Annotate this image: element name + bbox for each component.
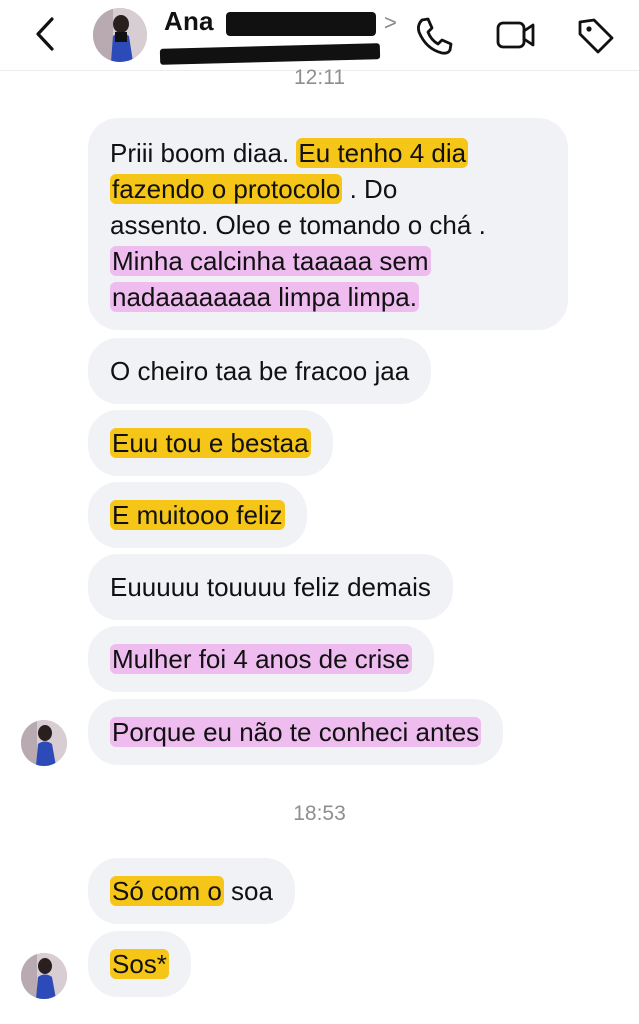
message-bubble[interactable]: Priii boom diaa. Eu tenho 4 dia fazendo … — [88, 118, 568, 330]
phone-icon[interactable] — [412, 14, 456, 56]
message-bubble[interactable]: Porque eu não te conheci antes — [88, 699, 504, 765]
message-bubble[interactable]: Mulher foi 4 anos de crise — [88, 626, 434, 692]
timestamp: 12:11 — [294, 66, 345, 89]
back-chevron-icon[interactable] — [28, 14, 64, 54]
message-bubble[interactable]: Euuuuu touuuu feliz demais — [88, 554, 453, 620]
message-bubble[interactable]: Sos* — [88, 931, 191, 997]
message-bubble[interactable]: Só com o soa — [88, 858, 295, 924]
avatar[interactable] — [21, 720, 67, 766]
video-camera-icon[interactable] — [494, 14, 538, 56]
chat-header: Ana > — [0, 0, 639, 71]
contact-name[interactable]: Ana — [164, 6, 214, 37]
timestamp: 18:53 — [293, 802, 346, 825]
avatar[interactable] — [21, 953, 67, 999]
redacted-username — [159, 43, 381, 65]
chevron-right-icon[interactable]: > — [384, 10, 397, 36]
redacted-name — [226, 12, 376, 36]
message-bubble[interactable]: Euu tou e bestaa — [88, 410, 333, 476]
message-bubble[interactable]: E muitooo feliz — [88, 482, 307, 548]
message-bubble[interactable]: O cheiro taa be fracoo jaa — [88, 338, 432, 404]
avatar[interactable] — [93, 8, 147, 62]
tag-icon[interactable] — [574, 14, 618, 56]
